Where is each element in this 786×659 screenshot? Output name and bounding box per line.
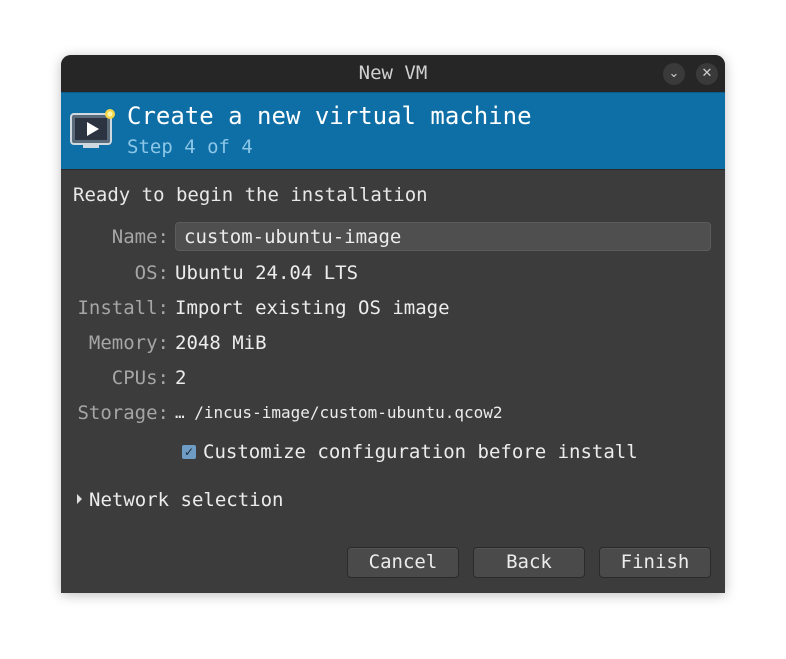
memory-label: Memory:	[88, 332, 169, 354]
banner-title: Create a new virtual machine	[127, 102, 532, 130]
cpus-value: 2	[175, 367, 187, 389]
checkmark-icon: ✓	[183, 445, 195, 459]
vm-monitor-icon	[70, 109, 115, 148]
storage-value: … /incus-image/custom-ubuntu.qcow2	[175, 403, 503, 422]
storage-label: Storage:	[77, 402, 169, 424]
install-value: Import existing OS image	[175, 297, 450, 319]
chevron-down-icon: ⌄	[668, 66, 680, 81]
finish-button[interactable]: Finish	[599, 547, 711, 578]
network-selection-expander[interactable]: Network selection	[89, 488, 283, 512]
triangle-right-icon[interactable]	[77, 494, 82, 504]
minimize-button[interactable]: ⌄	[663, 63, 685, 85]
customize-label[interactable]: Customize configuration before install	[203, 440, 638, 464]
cancel-button[interactable]: Cancel	[347, 547, 459, 578]
title-bar[interactable]: New VM ⌄ ✕	[61, 55, 725, 92]
customize-checkbox[interactable]: ✓	[182, 445, 196, 459]
window-title: New VM	[358, 62, 428, 84]
summary-heading: Ready to begin the installation	[73, 184, 428, 206]
banner-subtitle: Step 4 of 4	[127, 136, 253, 158]
os-label: OS:	[134, 262, 169, 284]
os-value: Ubuntu 24.04 LTS	[175, 262, 359, 284]
close-button[interactable]: ✕	[696, 63, 718, 85]
name-label: Name:	[111, 226, 169, 248]
cpus-label: CPUs:	[111, 367, 169, 389]
back-button[interactable]: Back	[473, 547, 585, 578]
header-banner: Create a new virtual machine Step 4 of 4	[61, 92, 725, 170]
close-icon: ✕	[701, 66, 713, 81]
new-vm-dialog: New VM ⌄ ✕ Create a new virtual machine …	[61, 55, 725, 593]
memory-value: 2048 MiB	[175, 332, 267, 354]
install-label: Install:	[77, 297, 169, 319]
vm-name-input[interactable]	[175, 222, 711, 251]
